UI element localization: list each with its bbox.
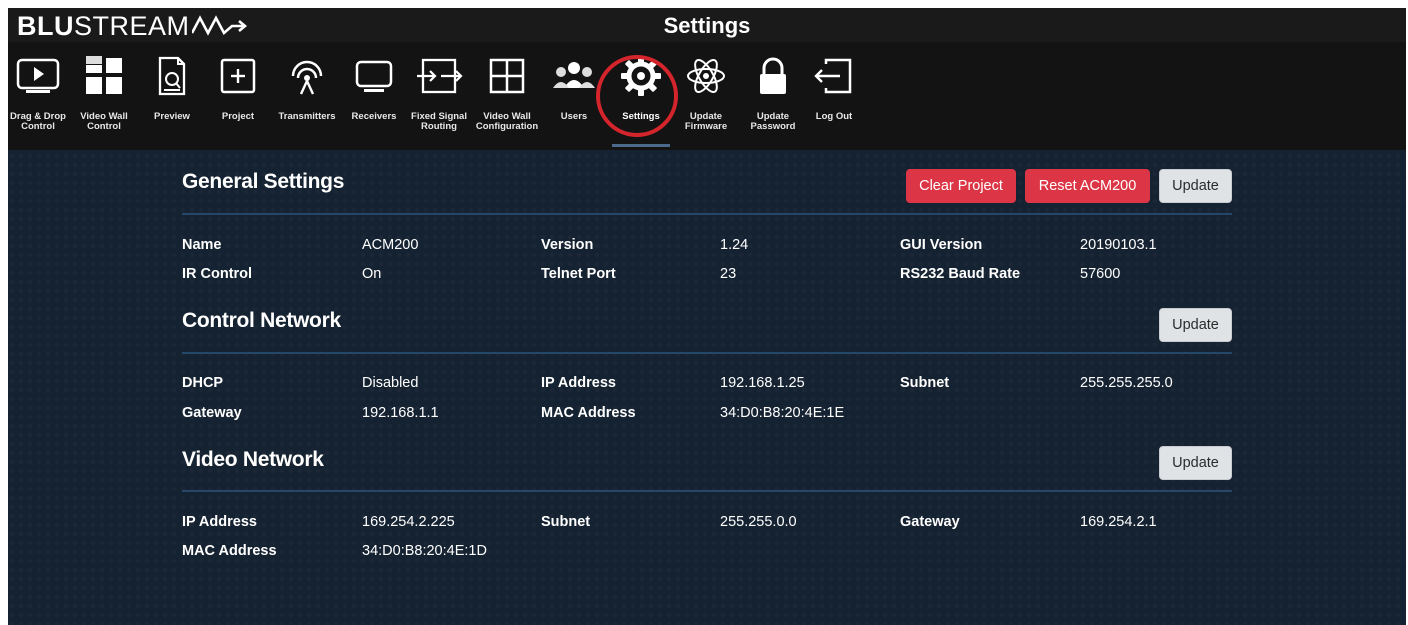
transmitters-icon — [277, 46, 337, 106]
nav-label: Drag & Drop Control — [10, 111, 66, 132]
app-window: BLUSTREAM Settings Drag & Drop Control — [8, 8, 1406, 625]
project-icon — [208, 46, 268, 106]
gui-version-value: 20190103.1 — [1080, 237, 1157, 253]
fixed-signal-routing-icon — [409, 46, 469, 106]
nav-receivers[interactable]: Receivers — [344, 42, 404, 144]
clear-project-button[interactable]: Clear Project — [906, 169, 1016, 203]
update-firmware-icon — [676, 46, 736, 106]
control-ip-address-value: 192.168.1.25 — [720, 375, 805, 391]
name-label: Name — [182, 237, 222, 253]
preview-icon — [142, 46, 202, 106]
video-network-update-button[interactable]: Update — [1159, 446, 1232, 480]
nav-drag-drop-control[interactable]: Drag & Drop Control — [8, 42, 68, 144]
settings-highlight-circle — [596, 55, 678, 137]
nav-label: Preview — [154, 111, 190, 122]
video-subnet-value: 255.255.0.0 — [720, 514, 797, 530]
video-network-title: Video Network — [182, 448, 324, 471]
video-ip-address-value: 169.254.2.225 — [362, 514, 455, 530]
control-ip-address-label: IP Address — [541, 375, 616, 391]
drag-drop-control-icon — [8, 46, 68, 106]
main-nav: Drag & Drop Control Video Wall Control P… — [8, 42, 1406, 150]
nav-update-firmware[interactable]: Update Firmware — [676, 42, 736, 144]
video-wall-configuration-icon — [477, 46, 537, 106]
receivers-icon — [344, 46, 404, 106]
nav-project[interactable]: Project — [208, 42, 268, 144]
nav-transmitters[interactable]: Transmitters — [273, 42, 341, 144]
telnet-port-label: Telnet Port — [541, 266, 616, 282]
title-bar: BLU STREAM Settings — [8, 8, 1406, 42]
video-mac-address-value: 34:D0:B8:20:4E:1D — [362, 543, 487, 559]
nav-log-out[interactable]: Log Out — [806, 42, 862, 144]
rs232-baud-rate-label: RS232 Baud Rate — [900, 266, 1021, 282]
nav-preview[interactable]: Preview — [142, 42, 202, 144]
lock-icon — [743, 46, 803, 106]
nav-label: Users — [560, 111, 588, 122]
version-label: Version — [541, 237, 594, 253]
nav-label: Transmitters — [278, 111, 336, 122]
section-divider — [182, 213, 1232, 215]
video-gateway-value: 169.254.2.1 — [1080, 514, 1157, 530]
nav-label: Project — [221, 111, 255, 122]
telnet-port-value: 23 — [720, 266, 737, 282]
nav-label: Video Wall Configuration — [475, 111, 539, 132]
reset-acm200-button[interactable]: Reset ACM200 — [1025, 169, 1150, 203]
page-title: Settings — [663, 13, 751, 38]
users-icon — [544, 46, 604, 106]
nav-label: Receivers — [351, 111, 397, 122]
nav-video-wall-configuration[interactable]: Video Wall Configuration — [474, 42, 540, 144]
version-value: 1.24 — [720, 237, 749, 253]
control-mac-address-label: MAC Address — [541, 405, 636, 421]
nav-label: Fixed Signal Routing — [411, 111, 467, 132]
nav-fixed-signal-routing[interactable]: Fixed Signal Routing — [406, 42, 472, 144]
nav-users[interactable]: Users — [544, 42, 604, 144]
nav-label: Video Wall Control — [80, 111, 128, 132]
control-subnet-label: Subnet — [900, 375, 950, 391]
control-network-title: Control Network — [182, 309, 341, 332]
general-update-button[interactable]: Update — [1159, 169, 1232, 203]
control-mac-address-value: 34:D0:B8:20:4E:1E — [720, 405, 845, 421]
video-gateway-label: Gateway — [900, 514, 960, 530]
nav-label: Update Password — [750, 111, 796, 132]
control-gateway-label: Gateway — [182, 405, 242, 421]
video-ip-address-label: IP Address — [182, 514, 257, 530]
section-divider — [182, 352, 1232, 354]
nav-update-password[interactable]: Update Password — [743, 42, 803, 144]
nav-video-wall-control[interactable]: Video Wall Control — [74, 42, 134, 144]
dhcp-label: DHCP — [182, 375, 224, 391]
control-network-update-button[interactable]: Update — [1159, 308, 1232, 342]
gui-version-label: GUI Version — [900, 237, 983, 253]
control-subnet-value: 255.255.255.0 — [1080, 375, 1173, 391]
video-mac-address-label: MAC Address — [182, 543, 277, 559]
control-gateway-value: 192.168.1.1 — [362, 405, 439, 421]
name-value: ACM200 — [362, 237, 419, 253]
active-tab-indicator — [612, 144, 670, 147]
ir-control-label: IR Control — [182, 266, 253, 282]
ir-control-value: On — [362, 266, 382, 282]
nav-label: Update Firmware — [684, 111, 728, 132]
dhcp-value: Disabled — [362, 375, 419, 391]
nav-label: Log Out — [815, 111, 853, 122]
rs232-baud-rate-value: 57600 — [1080, 266, 1121, 282]
general-settings-title: General Settings — [182, 170, 345, 193]
log-out-icon — [804, 46, 864, 106]
video-subnet-label: Subnet — [541, 514, 591, 530]
section-divider — [182, 490, 1232, 492]
video-wall-control-icon — [74, 46, 134, 106]
